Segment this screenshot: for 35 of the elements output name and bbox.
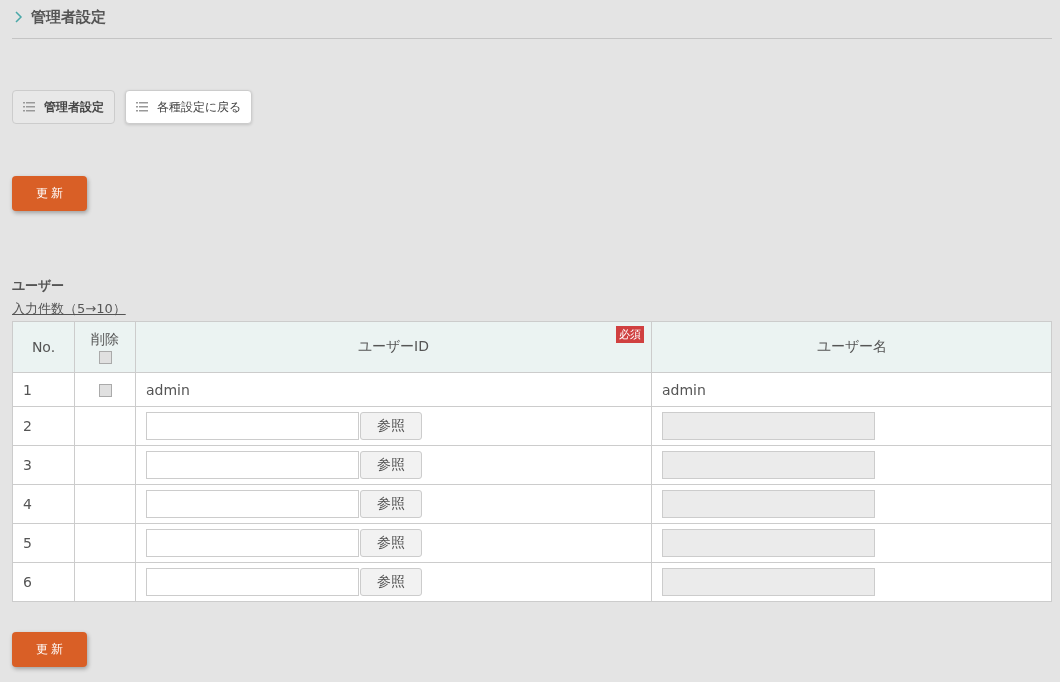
list-icon bbox=[136, 102, 148, 112]
update-button[interactable]: 更 新 bbox=[12, 632, 87, 667]
column-header: ユーザーID bbox=[358, 338, 429, 354]
user-id-field[interactable] bbox=[146, 412, 359, 440]
column-header: ユーザー名 bbox=[651, 321, 1052, 373]
nav-button[interactable]: 管理者設定 bbox=[12, 90, 115, 124]
row-number: 2 bbox=[12, 406, 75, 446]
column-header: 削除 bbox=[91, 330, 119, 349]
browse-button[interactable]: 参照 bbox=[360, 412, 422, 440]
browse-button[interactable]: 参照 bbox=[360, 529, 422, 557]
user-id-field[interactable] bbox=[146, 529, 359, 557]
user-id-cell: admin bbox=[135, 372, 652, 407]
row-number: 6 bbox=[12, 562, 75, 602]
update-button[interactable]: 更 新 bbox=[12, 176, 87, 211]
user-name-cell: admin bbox=[651, 372, 1052, 407]
user-id-field[interactable] bbox=[146, 451, 359, 479]
row-number: 3 bbox=[12, 445, 75, 485]
browse-button[interactable]: 参照 bbox=[360, 451, 422, 479]
browse-button[interactable]: 参照 bbox=[360, 568, 422, 596]
chevron-icon bbox=[15, 11, 23, 23]
browse-button[interactable]: 参照 bbox=[360, 490, 422, 518]
row-number: 5 bbox=[12, 523, 75, 563]
row-number: 1 bbox=[12, 372, 75, 407]
row-number: 4 bbox=[12, 484, 75, 524]
user-id-field[interactable] bbox=[146, 568, 359, 596]
required-badge: 必須 bbox=[616, 326, 644, 343]
input-count-link[interactable]: 入力件数（5→10） bbox=[12, 300, 126, 318]
list-icon bbox=[23, 102, 35, 112]
page-title: 管理者設定 bbox=[31, 7, 106, 27]
select-all-checkbox[interactable] bbox=[98, 350, 112, 364]
section-title: ユーザー bbox=[12, 277, 65, 295]
column-header: No. bbox=[12, 321, 75, 373]
user-id-field[interactable] bbox=[146, 490, 359, 518]
delete-checkbox[interactable] bbox=[98, 384, 112, 397]
nav-button[interactable]: 各種設定に戻る bbox=[125, 90, 252, 124]
